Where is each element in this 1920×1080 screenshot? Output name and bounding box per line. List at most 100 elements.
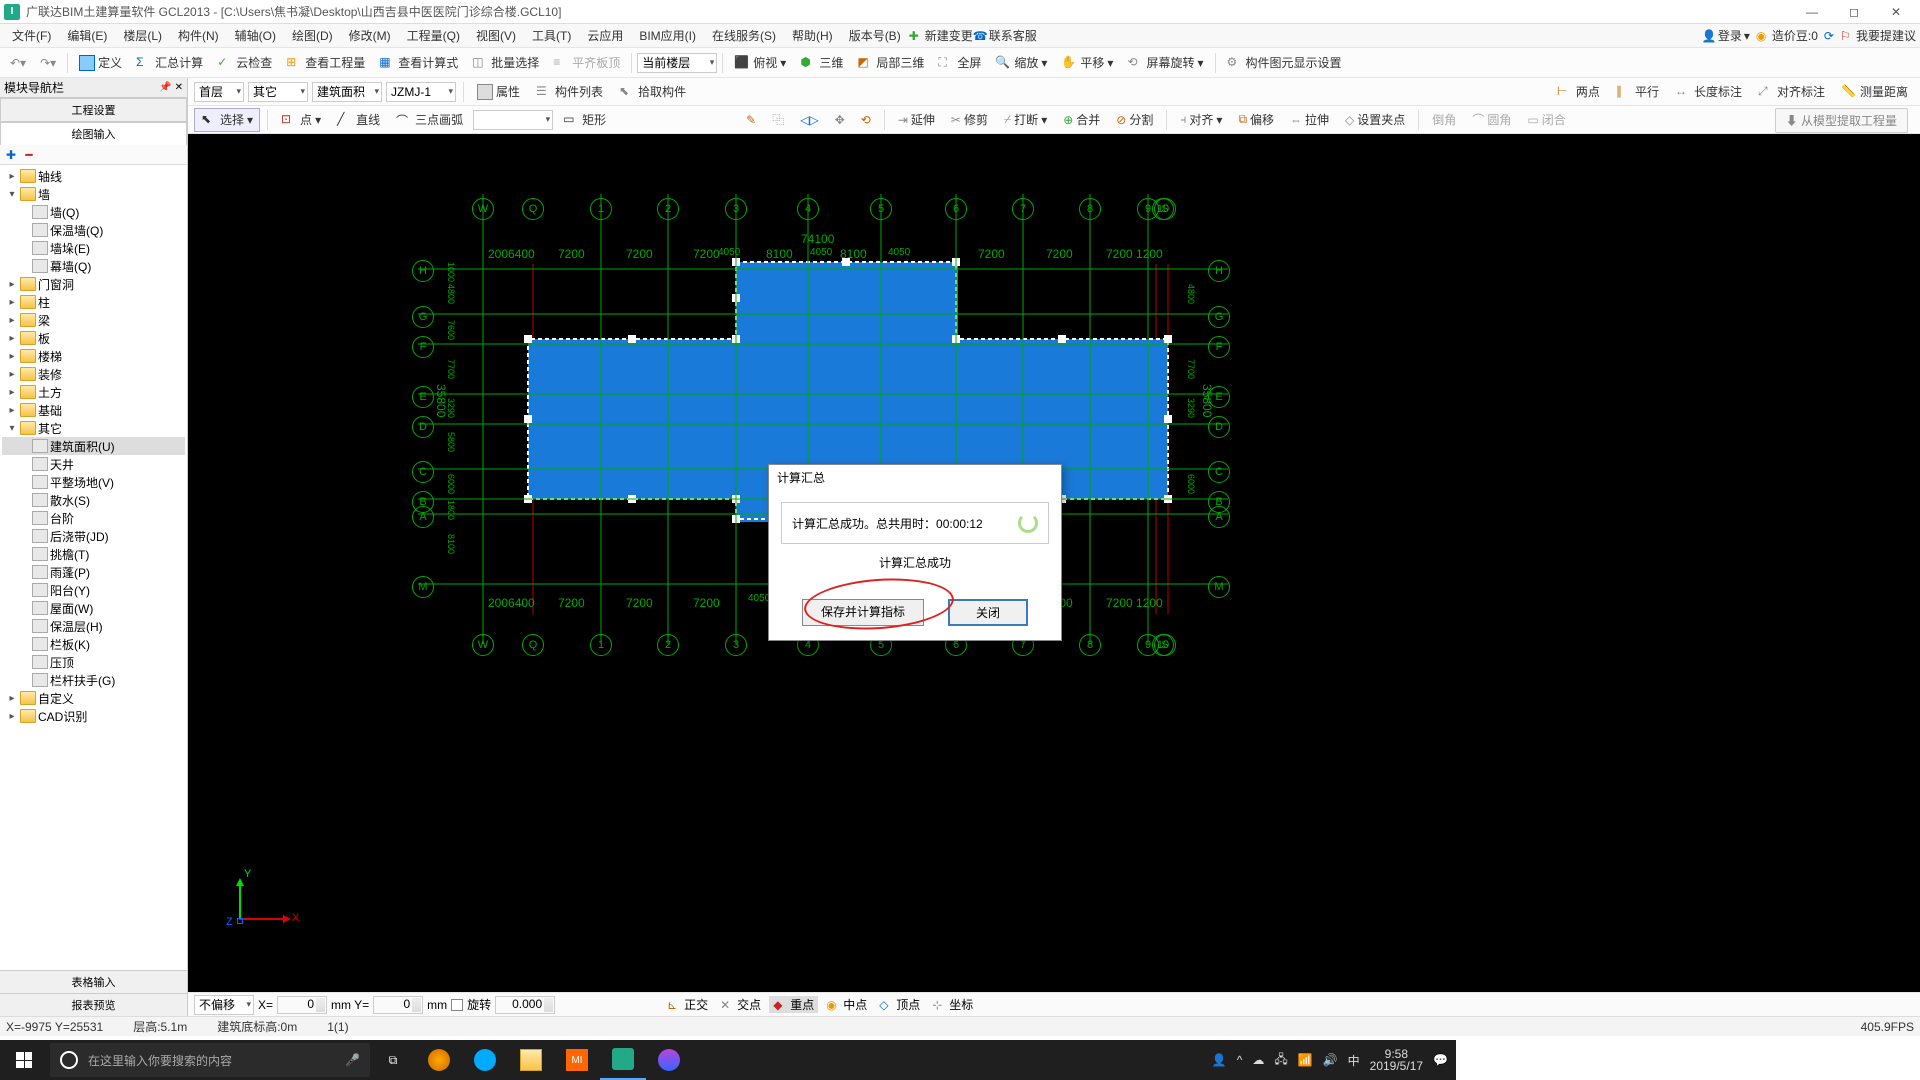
tree-node[interactable]: ▸轴线 — [2, 167, 185, 185]
taskbar-app-g[interactable] — [646, 1040, 692, 1080]
category-dropdown[interactable]: 其它 — [248, 82, 308, 102]
move-button[interactable]: ✥ — [829, 108, 851, 132]
minimize-button[interactable]: — — [1792, 2, 1832, 22]
twopoint-button[interactable]: ⊢两点 — [1551, 80, 1606, 104]
tab-drawing-input[interactable]: 绘图输入 — [0, 122, 187, 145]
align-button[interactable]: ⫞对齐▾ — [1174, 108, 1228, 132]
break-button[interactable]: ⌿打断▾ — [998, 108, 1053, 132]
tab-table-input[interactable]: 表格输入 — [0, 970, 187, 993]
taskbar-edge[interactable] — [462, 1040, 508, 1080]
tree-node[interactable]: ▸梁 — [2, 311, 185, 329]
tree-node[interactable]: ▸土方 — [2, 383, 185, 401]
tray-onedrive-icon[interactable]: ☁ — [1252, 1053, 1264, 1067]
component-list-button[interactable]: ☰构件列表 — [530, 80, 609, 104]
zoom-button[interactable]: 🔍缩放▾ — [989, 51, 1053, 75]
extract-qty-button[interactable]: ⬇ 从模型提取工程量 — [1775, 108, 1908, 133]
chamfer-button[interactable]: 倒角 — [1426, 108, 1462, 132]
merge-button[interactable]: ⊕合并 — [1057, 108, 1106, 132]
login-link[interactable]: 👤登录▾ — [1702, 27, 1750, 44]
menu-online[interactable]: 在线服务(S) — [704, 24, 784, 48]
y-input[interactable]: 0 — [373, 996, 423, 1014]
menu-version[interactable]: 版本号(B) — [841, 24, 909, 48]
calc-view-button[interactable]: ▦查看计算式 — [373, 51, 464, 75]
code-dropdown[interactable]: JZMJ-1 — [386, 82, 456, 102]
offset-button[interactable]: ⧉偏移 — [1232, 108, 1280, 132]
tray-vol-icon[interactable]: 🔊 — [1323, 1053, 1338, 1067]
menu-auxaxis[interactable]: 辅轴(O) — [227, 24, 284, 48]
align-dim-button[interactable]: ⤢对齐标注 — [1752, 80, 1831, 104]
point-button[interactable]: ⊡点▾ — [275, 108, 327, 132]
tree-node[interactable]: ▸基础 — [2, 401, 185, 419]
tab-report-preview[interactable]: 报表预览 — [0, 993, 187, 1016]
drawing-canvas[interactable]: WQ12345678910S HGFEDCBAM HGFEDCBAM WQ123… — [188, 134, 1920, 992]
line-button[interactable]: ╱直线 — [331, 108, 386, 132]
rotate-button[interactable]: ⟲屏幕旋转▾ — [1121, 51, 1209, 75]
length-dim-button[interactable]: ↔长度标注 — [1669, 80, 1748, 104]
tree-node[interactable]: 幕墙(Q) — [2, 257, 185, 275]
extend-button[interactable]: ⇥延伸 — [892, 108, 941, 132]
contact-cs-link[interactable]: ☎联系客服 — [973, 27, 1037, 44]
x-input[interactable]: 0 — [277, 996, 327, 1014]
menu-floor[interactable]: 楼层(L) — [115, 24, 170, 48]
tree-node[interactable]: 雨蓬(P) — [2, 563, 185, 581]
coin-label[interactable]: ◉造价豆:0 — [1756, 27, 1818, 44]
menu-qty[interactable]: 工程量(Q) — [399, 24, 468, 48]
tree-node[interactable]: 天井 — [2, 455, 185, 473]
menu-help[interactable]: 帮助(H) — [784, 24, 841, 48]
tree-node[interactable]: ▸柱 — [2, 293, 185, 311]
menu-tools[interactable]: 工具(T) — [524, 24, 579, 48]
tree-node[interactable]: 台阶 — [2, 509, 185, 527]
brush-button[interactable]: ✎ — [740, 108, 762, 132]
copy-button[interactable]: ⿻ — [766, 108, 790, 132]
tree-node[interactable]: 栏板(K) — [2, 635, 185, 653]
arc-button[interactable]: ⌒三点画弧 — [390, 108, 469, 132]
snap-ortho[interactable]: ⊾正交 — [663, 996, 712, 1013]
maximize-button[interactable]: ◻ — [1834, 2, 1874, 22]
menu-cloud[interactable]: 云应用 — [579, 24, 631, 48]
menu-view[interactable]: 视图(V) — [468, 24, 524, 48]
tray-notif-icon[interactable]: 💬 — [1433, 1053, 1448, 1067]
batch-select-button[interactable]: ◫批量选择 — [466, 51, 545, 75]
flat-slab-button[interactable]: ≡平齐板顶 — [547, 51, 626, 75]
expand-all-icon[interactable]: ✚ — [4, 148, 18, 162]
select-button[interactable]: ⬉选择▾ — [194, 108, 260, 132]
parallel-button[interactable]: ∥平行 — [1610, 80, 1665, 104]
snap-intersect[interactable]: ✕交点 — [716, 996, 765, 1013]
taskbar-explorer[interactable] — [508, 1040, 554, 1080]
redo-button[interactable]: ↷▾ — [34, 51, 62, 75]
arc-dropdown[interactable] — [473, 110, 553, 130]
offset-dropdown[interactable]: 不偏移 — [194, 995, 254, 1015]
menu-bim[interactable]: BIM应用(I) — [631, 24, 704, 48]
tree-node[interactable]: ▸门窗洞 — [2, 275, 185, 293]
dialog-close-button[interactable]: 关闭 — [948, 599, 1028, 626]
tree-node[interactable]: 保温层(H) — [2, 617, 185, 635]
props-button[interactable]: 属性 — [471, 80, 526, 104]
tree-node[interactable]: ▾其它 — [2, 419, 185, 437]
tree-node[interactable]: ▸装修 — [2, 365, 185, 383]
stretch-button[interactable]: ⇔拉伸 — [1284, 108, 1335, 132]
menu-draw[interactable]: 绘图(D) — [284, 24, 341, 48]
tree-node[interactable]: 墙垛(E) — [2, 239, 185, 257]
rotate-input[interactable]: 0.000 — [495, 996, 555, 1014]
pin-icon[interactable]: 📌 ✕ — [159, 82, 183, 93]
close-button[interactable]: ✕ — [1876, 2, 1916, 22]
mic-icon[interactable]: 🎤 — [345, 1053, 360, 1067]
taskbar-app-1[interactable] — [416, 1040, 462, 1080]
tree-node[interactable]: ▾墙 — [2, 185, 185, 203]
snap-coord[interactable]: ⊹坐标 — [928, 996, 977, 1013]
refresh-icon[interactable]: ⟳ — [1824, 29, 1834, 43]
snap-center[interactable]: ◉中点 — [822, 996, 871, 1013]
pick-button[interactable]: ⬉拾取构件 — [613, 80, 692, 104]
grip-button[interactable]: ◇设置夹点 — [1339, 108, 1411, 132]
tab-project-settings[interactable]: 工程设置 — [0, 98, 187, 122]
rot-button[interactable]: ⟲ — [855, 108, 877, 132]
fillet-button[interactable]: ⌒圆角 — [1466, 108, 1517, 132]
taskbar-gcl[interactable] — [600, 1040, 646, 1080]
tray-net-icon[interactable]: 🖧 — [1274, 1050, 1287, 1071]
type-dropdown[interactable]: 建筑面积 — [312, 82, 382, 102]
measure-button[interactable]: 📏测量距离 — [1835, 80, 1914, 104]
menu-modify[interactable]: 修改(M) — [341, 24, 399, 48]
nav-tree[interactable]: ▸轴线▾墙墙(Q)保温墙(Q)墙垛(E)幕墙(Q)▸门窗洞▸柱▸梁▸板▸楼梯▸装… — [0, 165, 187, 970]
sum-calc-button[interactable]: Σ汇总计算 — [130, 51, 209, 75]
new-change-link[interactable]: ✚新建变更 — [909, 27, 973, 44]
